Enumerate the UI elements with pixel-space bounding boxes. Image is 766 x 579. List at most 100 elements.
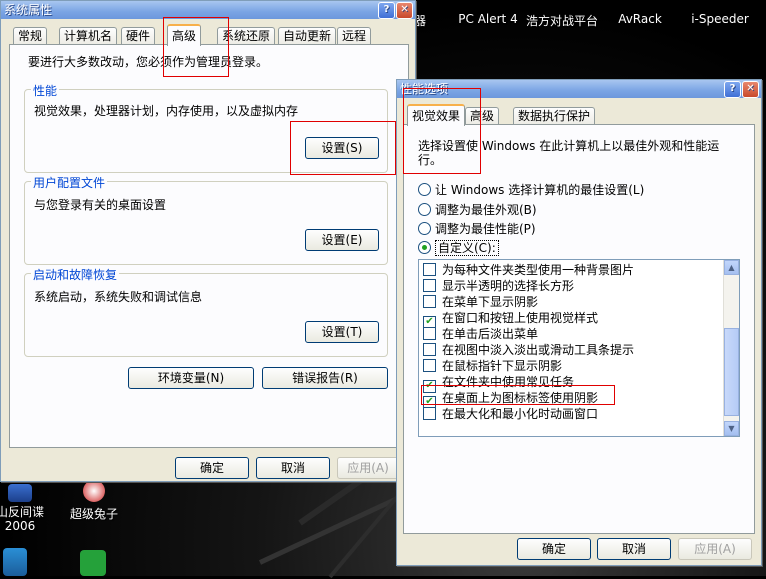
- close-icon[interactable]: ✕: [396, 2, 413, 19]
- apply-button[interactable]: 应用(A): [337, 457, 399, 479]
- visual-effects-list[interactable]: 为每种文件夹类型使用一种背景图片 显示半透明的选择长方形 在菜单下显示阴影 ✔ 在窗口和…: [418, 259, 740, 437]
- visual-effect-option[interactable]: 在视图中淡入淡出或滑动工具条提示: [423, 342, 634, 358]
- radio-label: 调整为最佳外观(B): [435, 203, 537, 217]
- radio-button[interactable]: [418, 183, 431, 196]
- desktop-icon-ispeeder[interactable]: i-Speeder: [680, 12, 760, 26]
- option-label: 在文件夹中使用常见任务: [442, 375, 575, 389]
- help-icon[interactable]: ?: [724, 81, 741, 98]
- scroll-down-icon[interactable]: ▼: [724, 421, 739, 436]
- window-title: 性能选项: [400, 82, 449, 96]
- visual-effect-option[interactable]: 在鼠标指针下显示阴影: [423, 358, 562, 374]
- checkbox[interactable]: [423, 343, 436, 356]
- performance-options-window: 性能选项 ? ✕ 视觉效果 高级 数据执行保护 选择设置使 Windows 在此…: [396, 79, 762, 566]
- tab-visual-effects[interactable]: 视觉效果: [407, 104, 466, 126]
- tab-automatic-updates[interactable]: 自动更新: [278, 27, 337, 45]
- visual-effect-option[interactable]: 在单击后淡出菜单: [423, 326, 538, 342]
- startup-recovery-group: 启动和故障恢复 系统启动，系统失败和调试信息 设置(T): [24, 266, 388, 357]
- ok-button[interactable]: 确定: [517, 538, 591, 560]
- system-properties-window: 系统属性 ? ✕ 常规 计算机名 硬件 高级 系统还原 自动更新 远程 要进行大…: [0, 0, 416, 482]
- option-label: 在桌面上为图标标签使用阴影: [442, 391, 599, 405]
- error-reporting-button[interactable]: 错误报告(R): [262, 367, 388, 389]
- group-legend: 启动和故障恢复: [31, 266, 120, 283]
- tab-hardware[interactable]: 硬件: [121, 27, 156, 45]
- visual-effect-option[interactable]: ✔ 在文件夹中使用常见任务: [423, 374, 575, 393]
- desktop-icon-label: 山反间谍 2006: [0, 505, 44, 533]
- startup-recovery-description: 系统启动，系统失败和调试信息: [34, 290, 203, 304]
- option-label: 在最大化和最小化时动画窗口: [442, 407, 599, 421]
- group-legend: 性能: [31, 82, 60, 99]
- desktop-icon-label: AvRack: [618, 12, 662, 26]
- option-label: 在鼠标指针下显示阴影: [442, 359, 563, 373]
- close-icon[interactable]: ✕: [742, 81, 759, 98]
- checkbox[interactable]: [423, 263, 436, 276]
- radio-label: 让 Windows 选择计算机的最佳设置(L): [435, 183, 645, 197]
- desktop-icon-pc-alert[interactable]: PC Alert 4: [448, 12, 528, 26]
- option-label: 在单击后淡出菜单: [442, 327, 539, 341]
- radio-button-selected[interactable]: [418, 241, 431, 254]
- desktop-icon-label: 超级兔子: [69, 507, 118, 521]
- cancel-button[interactable]: 取消: [597, 538, 671, 560]
- tab-general[interactable]: 常规: [13, 27, 48, 45]
- checkbox[interactable]: [423, 407, 436, 420]
- tab-panel-visual-effects: 选择设置使 Windows 在此计算机上以最佳外观和性能运 行。 让 Windo…: [403, 124, 755, 534]
- ok-button[interactable]: 确定: [175, 457, 249, 479]
- option-label: 显示半透明的选择长方形: [442, 279, 575, 293]
- desktop-icon-antispy[interactable]: 山反间谍 2006: [0, 484, 60, 533]
- tab-advanced[interactable]: 高级: [465, 107, 500, 125]
- window-title: 系统属性: [4, 3, 53, 17]
- visual-effects-description: 选择设置使 Windows 在此计算机上以最佳外观和性能运: [418, 139, 720, 153]
- radio-best-appearance[interactable]: 调整为最佳外观(B): [418, 201, 537, 218]
- environment-variables-button[interactable]: 环境变量(N): [128, 367, 254, 389]
- tab-remote[interactable]: 远程: [337, 27, 372, 45]
- radio-button[interactable]: [418, 222, 431, 235]
- checkbox[interactable]: [423, 327, 436, 340]
- radio-button[interactable]: [418, 203, 431, 216]
- user-profiles-description: 与您登录有关的桌面设置: [34, 198, 167, 212]
- help-icon[interactable]: ?: [378, 2, 395, 19]
- cancel-button[interactable]: 取消: [256, 457, 330, 479]
- performance-description: 视觉效果，处理器计划，内存使用，以及虚拟内存: [34, 104, 299, 118]
- checkbox[interactable]: [423, 295, 436, 308]
- group-legend: 用户配置文件: [31, 174, 108, 191]
- desktop-icon-partial[interactable]: [68, 550, 118, 579]
- super-rabbit-icon: [83, 480, 105, 502]
- tab-panel-advanced: 要进行大多数改动，您必须作为管理员登录。 性能 视觉效果，处理器计划，内存使用，…: [9, 44, 409, 448]
- option-label: 在窗口和按钮上使用视觉样式: [442, 311, 599, 325]
- option-label: 为每种文件夹类型使用一种背景图片: [442, 263, 635, 277]
- checkbox[interactable]: [423, 359, 436, 372]
- scroll-thumb[interactable]: [724, 328, 739, 416]
- desktop-icon-super-rabbit[interactable]: 超级兔子: [54, 480, 134, 522]
- tab-advanced[interactable]: 高级: [167, 24, 202, 46]
- apply-button[interactable]: 应用(A): [678, 538, 752, 560]
- desktop-icon-haofang[interactable]: 浩方对战平台: [522, 12, 602, 29]
- performance-group: 性能 视觉效果，处理器计划，内存使用，以及虚拟内存 设置(S): [24, 82, 388, 173]
- radio-label: 自定义(C):: [435, 240, 499, 256]
- title-bar[interactable]: 系统属性 ? ✕: [1, 1, 415, 19]
- scrollbar[interactable]: ▲ ▼: [723, 260, 739, 436]
- option-label: 在视图中淡入淡出或滑动工具条提示: [442, 343, 635, 357]
- desktop-icon-label: PC Alert 4: [458, 12, 518, 26]
- radio-let-windows-choose[interactable]: 让 Windows 选择计算机的最佳设置(L): [418, 181, 644, 198]
- radio-label: 调整为最佳性能(P): [435, 222, 536, 236]
- tab-computer-name[interactable]: 计算机名: [59, 27, 118, 45]
- scroll-up-icon[interactable]: ▲: [724, 260, 739, 275]
- checkbox[interactable]: [423, 279, 436, 292]
- user-profiles-settings-button[interactable]: 设置(E): [305, 229, 379, 251]
- tab-data-execution-prevention[interactable]: 数据执行保护: [513, 107, 596, 125]
- tab-system-restore[interactable]: 系统还原: [217, 27, 276, 45]
- desktop-icon-partial[interactable]: [0, 548, 30, 579]
- radio-best-performance[interactable]: 调整为最佳性能(P): [418, 220, 536, 237]
- admin-note: 要进行大多数改动，您必须作为管理员登录。: [28, 55, 269, 69]
- title-bar[interactable]: 性能选项 ? ✕: [397, 80, 761, 98]
- performance-settings-button[interactable]: 设置(S): [305, 137, 379, 159]
- visual-effect-option[interactable]: ✔ 在桌面上为图标标签使用阴影: [423, 390, 599, 409]
- visual-effect-option[interactable]: 在最大化和最小化时动画窗口: [423, 406, 598, 422]
- option-label: 在菜单下显示阴影: [442, 295, 539, 309]
- desktop-icon-avrack[interactable]: AvRack: [600, 12, 680, 26]
- visual-effect-option[interactable]: ✔ 在窗口和按钮上使用视觉样式: [423, 310, 599, 329]
- visual-effect-option[interactable]: 在菜单下显示阴影: [423, 294, 538, 310]
- radio-custom[interactable]: 自定义(C):: [418, 239, 499, 256]
- visual-effect-option[interactable]: 为每种文件夹类型使用一种背景图片: [423, 262, 634, 278]
- startup-recovery-settings-button[interactable]: 设置(T): [305, 321, 379, 343]
- visual-effect-option[interactable]: 显示半透明的选择长方形: [423, 278, 574, 294]
